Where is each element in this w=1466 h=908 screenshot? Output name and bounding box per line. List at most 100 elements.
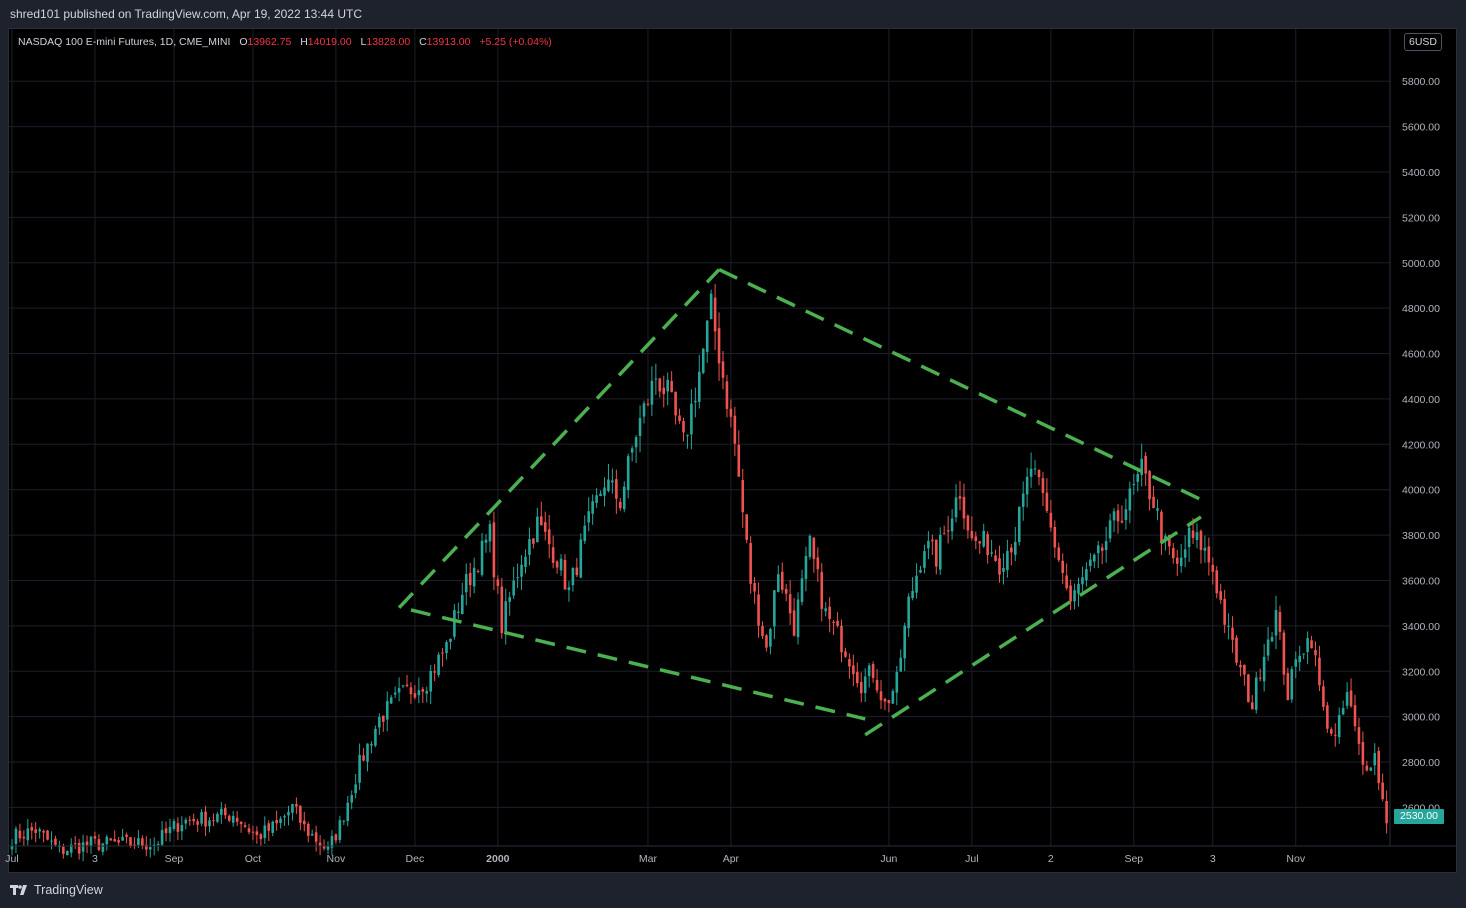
candle-body bbox=[283, 816, 286, 818]
last-price-label: 2530.00 bbox=[1394, 809, 1444, 824]
candle-body bbox=[461, 594, 464, 615]
candle-body bbox=[1132, 484, 1136, 486]
candle-body bbox=[883, 698, 887, 702]
candle bbox=[101, 842, 105, 856]
candle bbox=[705, 320, 709, 363]
candle bbox=[820, 563, 824, 622]
currency-button[interactable]: 6USD bbox=[1404, 33, 1443, 51]
candle-body bbox=[1069, 585, 1072, 602]
candle bbox=[263, 816, 267, 844]
candle bbox=[133, 837, 136, 849]
candle bbox=[721, 351, 725, 390]
candle bbox=[931, 534, 934, 555]
candle-body bbox=[14, 828, 18, 844]
candle-body bbox=[852, 665, 855, 675]
candle-body bbox=[488, 524, 492, 542]
candle-body bbox=[409, 687, 413, 695]
price-chart[interactable]: 2600.002800.003000.003200.003400.003600.… bbox=[0, 0, 1466, 908]
candle-body bbox=[148, 847, 152, 850]
candle-body bbox=[1045, 492, 1049, 511]
candle-body bbox=[508, 597, 511, 602]
candle-body bbox=[611, 480, 614, 483]
candle-body bbox=[1314, 649, 1317, 656]
candle bbox=[986, 531, 989, 564]
candle bbox=[1077, 577, 1080, 607]
candle-body bbox=[737, 444, 741, 477]
candle-body bbox=[30, 827, 34, 831]
candle bbox=[457, 602, 460, 620]
candle-body bbox=[773, 590, 776, 627]
candle bbox=[496, 575, 500, 594]
candle bbox=[1239, 660, 1242, 677]
pattern-trendline[interactable] bbox=[718, 267, 1210, 505]
time-tick-label: 2000 bbox=[486, 853, 510, 865]
candle-body bbox=[836, 620, 839, 626]
candle bbox=[227, 814, 231, 823]
candle-body bbox=[524, 556, 527, 567]
candle-body bbox=[81, 842, 85, 852]
candle-body bbox=[1175, 557, 1179, 564]
candle-body bbox=[895, 672, 899, 693]
pattern-trendline[interactable] bbox=[397, 268, 721, 609]
candle bbox=[370, 741, 373, 754]
candle bbox=[1357, 717, 1361, 755]
symbol-name[interactable]: NASDAQ 100 E-mini Futures, 1D, CME_MINI bbox=[18, 36, 230, 48]
candle-body bbox=[986, 534, 989, 556]
candle bbox=[350, 790, 353, 810]
candle-body bbox=[875, 680, 879, 691]
candle-body bbox=[1093, 554, 1096, 562]
candle-body bbox=[824, 608, 827, 612]
candle-body bbox=[1326, 705, 1329, 729]
candle bbox=[188, 815, 192, 826]
candle-body bbox=[504, 601, 508, 633]
candle-body bbox=[595, 495, 598, 503]
candle-body bbox=[1278, 611, 1282, 632]
candle bbox=[492, 511, 496, 591]
candle bbox=[1025, 467, 1029, 508]
time-axis[interactable]: Jul 3 Sep Oct Nov Dec 2000 Mar Apr Jun Jul 2 Sep 3 Nov bbox=[5, 853, 1306, 865]
candle bbox=[1322, 680, 1325, 711]
candle-body bbox=[721, 361, 725, 378]
candle bbox=[1081, 566, 1084, 592]
candle bbox=[603, 477, 606, 507]
price-axis[interactable]: 2600.002800.003000.003200.003400.003600.… bbox=[1402, 76, 1440, 814]
candle bbox=[946, 516, 950, 544]
candle-body bbox=[859, 682, 863, 694]
candle bbox=[291, 803, 294, 821]
candle-body bbox=[1357, 727, 1361, 744]
candle bbox=[1195, 523, 1199, 549]
candle bbox=[615, 469, 618, 514]
candle bbox=[895, 666, 899, 706]
candle-body bbox=[1172, 547, 1175, 559]
candle bbox=[1160, 509, 1163, 555]
price-tick-label: 5800.00 bbox=[1402, 76, 1440, 88]
candle-body bbox=[1104, 541, 1108, 551]
time-tick-label: Jul bbox=[5, 853, 18, 865]
candle-body bbox=[654, 378, 658, 380]
candle-body bbox=[168, 826, 172, 834]
candle-body bbox=[682, 421, 685, 433]
candle bbox=[251, 825, 255, 841]
tradingview-logo[interactable]: TradingView bbox=[10, 883, 103, 897]
candle bbox=[1254, 671, 1258, 714]
candle-body bbox=[496, 579, 500, 586]
candle-body bbox=[314, 832, 318, 842]
candle-body bbox=[164, 828, 168, 834]
candle-body bbox=[1298, 655, 1301, 663]
candle bbox=[670, 371, 673, 393]
candle bbox=[1361, 731, 1365, 775]
candle bbox=[1333, 723, 1337, 747]
candle-body bbox=[125, 834, 128, 837]
candle-body bbox=[923, 551, 926, 568]
candle-body bbox=[891, 691, 895, 704]
candle bbox=[662, 375, 666, 408]
candle-body bbox=[1282, 632, 1286, 675]
candle bbox=[137, 829, 140, 849]
candle bbox=[757, 582, 760, 638]
candle bbox=[532, 538, 535, 549]
candle bbox=[1136, 470, 1140, 492]
candle bbox=[563, 554, 567, 590]
candle bbox=[788, 580, 792, 625]
candle bbox=[547, 515, 551, 559]
candle-body bbox=[306, 823, 310, 836]
